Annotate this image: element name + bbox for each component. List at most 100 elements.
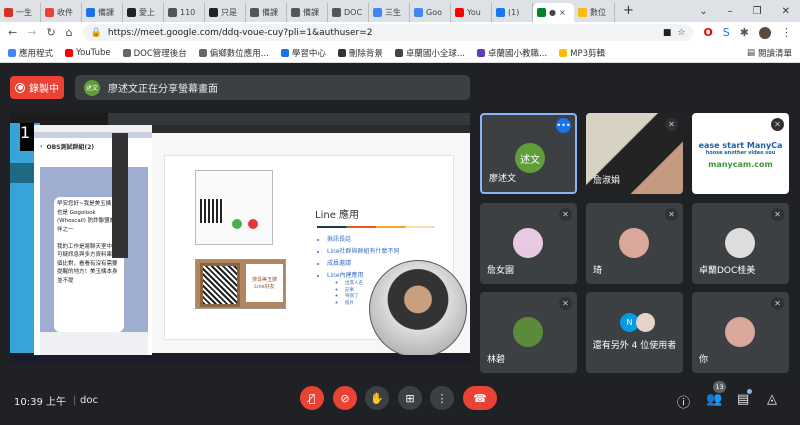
camera-off-icon: ⊘ <box>340 391 350 405</box>
extension-icon[interactable]: S <box>723 26 730 39</box>
recording-label: 錄製中 <box>29 84 59 95</box>
bookmark-label: DOC管理後台 <box>133 48 187 59</box>
raise-hand-button[interactable]: ✋ <box>365 386 389 410</box>
participant-name: 你 <box>699 355 709 365</box>
bookmark-item[interactable]: YouTube <box>65 48 111 58</box>
chat-unread-dot <box>747 389 752 394</box>
qr-caption: 搜尋美玉姨 Line好友 <box>246 264 283 302</box>
browser-tab[interactable]: 愛上 <box>123 3 164 22</box>
url-input[interactable]: 🔒 https://meet.google.com/ddq-voue-cuy?pl… <box>82 24 694 41</box>
people-icon[interactable]: 👥 <box>706 392 722 407</box>
bookmark-item[interactable]: 應用程式 <box>8 47 53 59</box>
participant-tile[interactable]: ✕ 琦 <box>586 203 683 284</box>
url-text: https://meet.google.com/ddq-voue-cuy?pli… <box>107 27 373 38</box>
bookmark-item[interactable]: 偏鄉數位應用... <box>198 47 269 59</box>
bookmark-item[interactable]: 刪除背景 <box>337 47 383 59</box>
address-bar-row: ← → ↻ ⌂ 🔒 https://meet.google.com/ddq-vou… <box>0 22 800 43</box>
more-options-button[interactable]: ⋮ <box>430 386 454 410</box>
participant-avatar: 述文 <box>515 143 545 173</box>
home-icon[interactable]: ⌂ <box>66 26 73 39</box>
browser-tab[interactable]: DOC <box>328 3 369 22</box>
bookmark-icon <box>394 48 403 57</box>
participant-tile[interactable]: ✕ 林碧 <box>480 292 577 373</box>
restore-icon[interactable]: ❐ <box>753 6 762 17</box>
participant-tile[interactable]: ✕ 詹淑娟 <box>586 113 683 194</box>
tab-favicon-icon <box>373 8 382 17</box>
bookmark-label: 偏鄉數位應用... <box>209 48 269 59</box>
mic-toggle-button[interactable]: 🎙̸ <box>300 386 324 410</box>
browser-tab[interactable]: 一生 <box>0 3 41 22</box>
bookmark-item[interactable]: 卓蘭國小全球... <box>394 47 466 59</box>
tab-search-icon[interactable]: ⌄ <box>699 6 707 17</box>
opera-icon[interactable]: O <box>703 26 712 39</box>
bookmark-item[interactable]: 學習中心 <box>280 47 326 59</box>
tab-favicon-icon <box>209 8 218 17</box>
browser-tab[interactable]: Goo <box>410 3 451 22</box>
present-button[interactable]: ⊞ <box>398 386 422 410</box>
participant-tile[interactable]: ✕ 詹女園 <box>480 203 577 284</box>
participant-tile[interactable]: N 還有另外 4 位使用者 <box>586 292 683 373</box>
activities-icon[interactable]: ◬ <box>767 392 777 407</box>
participant-tile[interactable]: ease start ManyCa hoose another video sou… <box>692 113 789 194</box>
browser-tab[interactable]: 備課 <box>287 3 328 22</box>
browser-tab[interactable]: 110 <box>164 3 205 22</box>
bookmark-icon <box>477 48 486 57</box>
slide-sub-bullet: 出席人名 <box>345 281 363 288</box>
star-icon[interactable]: ☆ <box>677 28 685 38</box>
presenting-banner: 述文 廖述文正在分享螢幕畫面 <box>75 75 470 100</box>
close-window-icon[interactable]: ✕ <box>782 6 790 17</box>
reload-icon[interactable]: ↻ <box>46 26 55 39</box>
tab-favicon-icon <box>455 8 464 17</box>
participant-tile[interactable]: ✕ 卓蘭DOC桂美 <box>692 203 789 284</box>
browser-tab[interactable]: 數位 <box>574 3 615 22</box>
close-tab-icon[interactable]: × <box>559 8 566 17</box>
bookmark-icon <box>280 48 289 57</box>
forward-icon[interactable]: → <box>27 26 36 39</box>
participant-avatar <box>619 228 649 258</box>
participant-tile[interactable]: ✕ 你 <box>692 292 789 373</box>
bookmark-item[interactable]: 卓蘭國小教職... <box>477 47 547 59</box>
camera-icon[interactable]: ■ <box>663 28 672 38</box>
bookmark-item[interactable]: MP3剪輯 <box>559 47 605 59</box>
participant-tile[interactable]: 述文 ••• 廖述文 <box>480 113 577 194</box>
slide-sub-bullet: 照片 <box>345 301 363 308</box>
bookmark-item[interactable]: DOC管理後台 <box>122 47 187 59</box>
bookmark-label: 卓蘭國小全球... <box>405 48 466 59</box>
browser-tab[interactable]: 備課 <box>82 3 123 22</box>
new-tab-button[interactable]: + <box>615 3 642 22</box>
reading-list-button[interactable]: ▤ 閱讀清單 <box>747 47 792 59</box>
leave-call-button[interactable]: ☎ <box>463 386 497 410</box>
bookmark-icon <box>337 48 346 57</box>
browser-tab[interactable]: ● × <box>533 3 574 22</box>
recording-indicator[interactable]: 錄製中 <box>10 76 64 99</box>
browser-tab-bar: 一生 收件 備課 愛上 110 只是 備課 備課 DOC 三生 Goo You (1) ● × 數位 + ⌄ – ❐ ✕ <box>0 0 800 22</box>
camera-toggle-button[interactable]: ⊘ <box>333 386 357 410</box>
puzzle-icon[interactable]: ✱ <box>740 26 749 39</box>
mic-off-icon: ✕ <box>559 297 572 310</box>
tab-favicon-icon <box>291 8 300 17</box>
browser-tab[interactable]: 備課 <box>246 3 287 22</box>
tab-favicon-icon <box>537 8 546 17</box>
browser-tab[interactable]: (1) <box>492 3 533 22</box>
mic-off-icon: ✕ <box>559 208 572 221</box>
profile-avatar[interactable] <box>759 26 771 39</box>
back-icon[interactable]: ← <box>8 26 17 39</box>
browser-tab[interactable]: 三生 <box>369 3 410 22</box>
browser-tab[interactable]: You <box>451 3 492 22</box>
chat-icon[interactable]: ▤ <box>737 392 749 407</box>
taskbar <box>10 355 470 363</box>
more-options-icon[interactable]: ••• <box>556 118 571 133</box>
more-vert-icon: ⋮ <box>436 391 448 405</box>
tab-label: 備課 <box>303 8 319 17</box>
minimize-icon[interactable]: – <box>728 6 733 17</box>
menu-icon[interactable]: ⋮ <box>781 26 792 39</box>
browser-tab[interactable]: 只是 <box>205 3 246 22</box>
info-icon[interactable]: ⓘ <box>677 392 690 411</box>
tab-label: ● <box>549 8 556 17</box>
tab-favicon-icon <box>332 8 341 17</box>
participant-name: 琦 <box>593 266 603 276</box>
shared-screen: 1 ‹ OBS測試群組(2) 早安您好~我是美玉姨，也是 Gogolook (Wh… <box>10 113 470 363</box>
bookmark-icon <box>65 48 74 57</box>
presenter-webcam <box>369 260 467 358</box>
browser-tab[interactable]: 收件 <box>41 3 82 22</box>
